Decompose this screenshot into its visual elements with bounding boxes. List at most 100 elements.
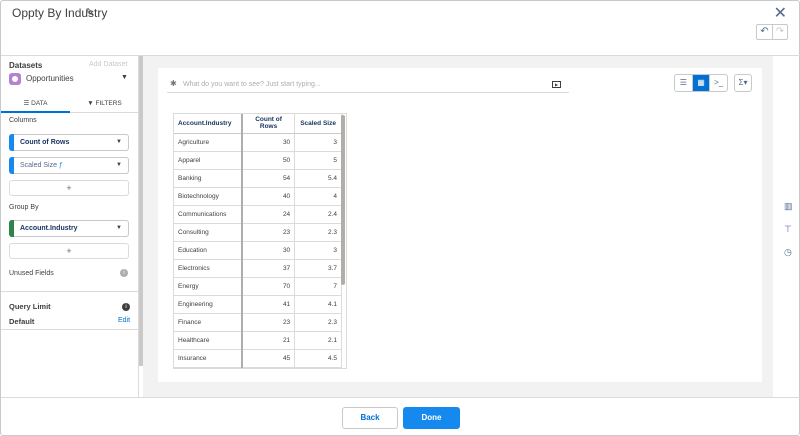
- table-cell: Consulting: [174, 223, 243, 242]
- filter-icon: ▼: [87, 100, 94, 107]
- table-cell: 50: [241, 151, 296, 170]
- dataset-icon: [9, 73, 21, 85]
- table-cell: Apparel: [174, 151, 243, 170]
- table-row: Insurance 45 4.5: [174, 349, 342, 368]
- table-cell: 5: [294, 151, 342, 170]
- clock-icon[interactable]: ◷: [784, 247, 792, 258]
- table-cell: 7: [294, 277, 342, 296]
- chevron-down-icon[interactable]: ▼: [121, 74, 128, 81]
- table-cell: 41: [241, 295, 296, 314]
- table-cell: 45: [241, 349, 296, 368]
- table-cell: Education: [174, 241, 243, 260]
- info-icon[interactable]: i: [120, 269, 128, 277]
- table-row: Communications 24 2.4: [174, 205, 342, 224]
- table-icon[interactable]: ▦: [691, 75, 710, 91]
- tab-filters[interactable]: ▼ FILTERS: [70, 97, 139, 113]
- column-pill-count[interactable]: Count of Rows ▼: [9, 134, 129, 151]
- sigma-menu-button[interactable]: Σ▾: [734, 74, 752, 92]
- chevron-down-icon[interactable]: ▼: [116, 162, 122, 168]
- divider: [1, 291, 139, 292]
- table-row: Electronics 37 3.7: [174, 259, 342, 278]
- undo-icon[interactable]: ↶: [757, 25, 772, 39]
- dataset-name[interactable]: Opportunities: [26, 74, 74, 83]
- column-pill-label: Scaled Size ƒ: [20, 162, 63, 169]
- table-cell: 30: [241, 241, 296, 260]
- search-placeholder: What do you want to see? Just start typi…: [183, 81, 321, 88]
- pencil-icon[interactable]: ✎: [85, 6, 94, 19]
- table-cell: 2.4: [294, 205, 342, 224]
- column-header[interactable]: Scaled Size: [294, 114, 342, 134]
- redo-icon[interactable]: ↷: [771, 25, 787, 39]
- info-icon[interactable]: i: [122, 303, 130, 311]
- bar-chart-icon[interactable]: ▥: [784, 201, 793, 212]
- table-cell: Biotechnology: [174, 187, 243, 206]
- table-cell: 5.4: [294, 169, 342, 188]
- divider: [1, 397, 800, 398]
- group-drag-handle[interactable]: [9, 220, 14, 237]
- sidebar-tabs: ☰ DATA ▼ FILTERS: [1, 97, 139, 113]
- formula-icon: ƒ: [58, 162, 63, 169]
- done-button[interactable]: Done: [403, 407, 460, 429]
- table-cell: 4: [294, 187, 342, 206]
- table-cell: Energy: [174, 277, 243, 296]
- table-row: Finance 23 2.3: [174, 313, 342, 332]
- table-row: Engineering 41 4.1: [174, 295, 342, 314]
- run-query-icon[interactable]: ▶: [552, 81, 561, 88]
- table-cell: 21: [241, 331, 296, 350]
- table-cell: 40: [241, 187, 296, 206]
- table-cell: Engineering: [174, 295, 243, 314]
- table-cell: Agriculture: [174, 133, 243, 152]
- code-icon[interactable]: >_: [709, 75, 727, 91]
- add-group-button[interactable]: +: [9, 243, 129, 259]
- chart-lines-icon[interactable]: ☰: [675, 75, 692, 91]
- add-dataset-link[interactable]: Add Dataset: [89, 61, 128, 68]
- dialog-header: Oppty By Industry ✎ ✕: [1, 1, 800, 25]
- table-row: Banking 54 5.4: [174, 169, 342, 188]
- paint-roller-icon[interactable]: ⊤: [784, 224, 792, 235]
- table-cell: Insurance: [174, 349, 243, 368]
- table-cell: 37: [241, 259, 296, 278]
- column-drag-handle[interactable]: [9, 134, 14, 151]
- table-cell: Healthcare: [174, 331, 243, 350]
- column-header[interactable]: Count of Rows: [241, 114, 296, 134]
- datasets-label: Datasets: [9, 61, 43, 70]
- table-cell: 4.1: [294, 295, 342, 314]
- column-drag-handle[interactable]: [9, 157, 14, 174]
- tab-data[interactable]: ☰ DATA: [1, 97, 70, 113]
- column-header[interactable]: Account.Industry: [174, 114, 243, 134]
- edit-query-limit-link[interactable]: Edit: [118, 317, 130, 324]
- table-cell: Finance: [174, 313, 243, 332]
- group-by-pill-label: Account.Industry: [20, 225, 78, 232]
- table-cell: 2.1: [294, 331, 342, 350]
- table-cell: 70: [241, 277, 296, 296]
- results-table: Account.Industry Count of Rows Scaled Si…: [173, 113, 347, 369]
- table-cell: 23: [241, 313, 296, 332]
- table-scrollbar[interactable]: [341, 115, 345, 285]
- list-icon: ☰: [23, 100, 30, 107]
- group-by-pill[interactable]: Account.Industry ▼: [9, 220, 129, 237]
- query-search[interactable]: ✱ What do you want to see? Just start ty…: [167, 77, 569, 93]
- table-cell: 4.5: [294, 349, 342, 368]
- table-cell: [294, 367, 342, 368]
- column-pill-label: Count of Rows: [20, 139, 70, 146]
- back-button[interactable]: Back: [342, 407, 398, 429]
- table-cell: 24: [241, 205, 296, 224]
- column-pill-scaled[interactable]: Scaled Size ƒ ▼: [9, 157, 129, 174]
- chevron-down-icon[interactable]: ▼: [116, 225, 122, 231]
- table-row: Consulting 23 2.3: [174, 223, 342, 242]
- chevron-down-icon[interactable]: ▼: [116, 139, 122, 145]
- group-by-label: Group By: [9, 204, 39, 211]
- table-row: Biotechnology 40 4: [174, 187, 342, 206]
- table-row: Education 30 3: [174, 241, 342, 260]
- table-cell: Banking: [174, 169, 243, 188]
- columns-label: Columns: [9, 117, 37, 124]
- close-icon[interactable]: ✕: [774, 3, 787, 23]
- tab-filters-label: FILTERS: [95, 100, 122, 107]
- table-cell: 2.3: [294, 223, 342, 242]
- add-column-button[interactable]: +: [9, 180, 129, 196]
- table-row: Apparel 50 5: [174, 151, 342, 170]
- sidebar: Datasets Add Dataset Opportunities ▼ ☰ D…: [1, 56, 139, 397]
- table-header-row: Account.Industry Count of Rows Scaled Si…: [174, 114, 342, 134]
- table-cell: 2.3: [294, 313, 342, 332]
- table-cell: [174, 367, 243, 368]
